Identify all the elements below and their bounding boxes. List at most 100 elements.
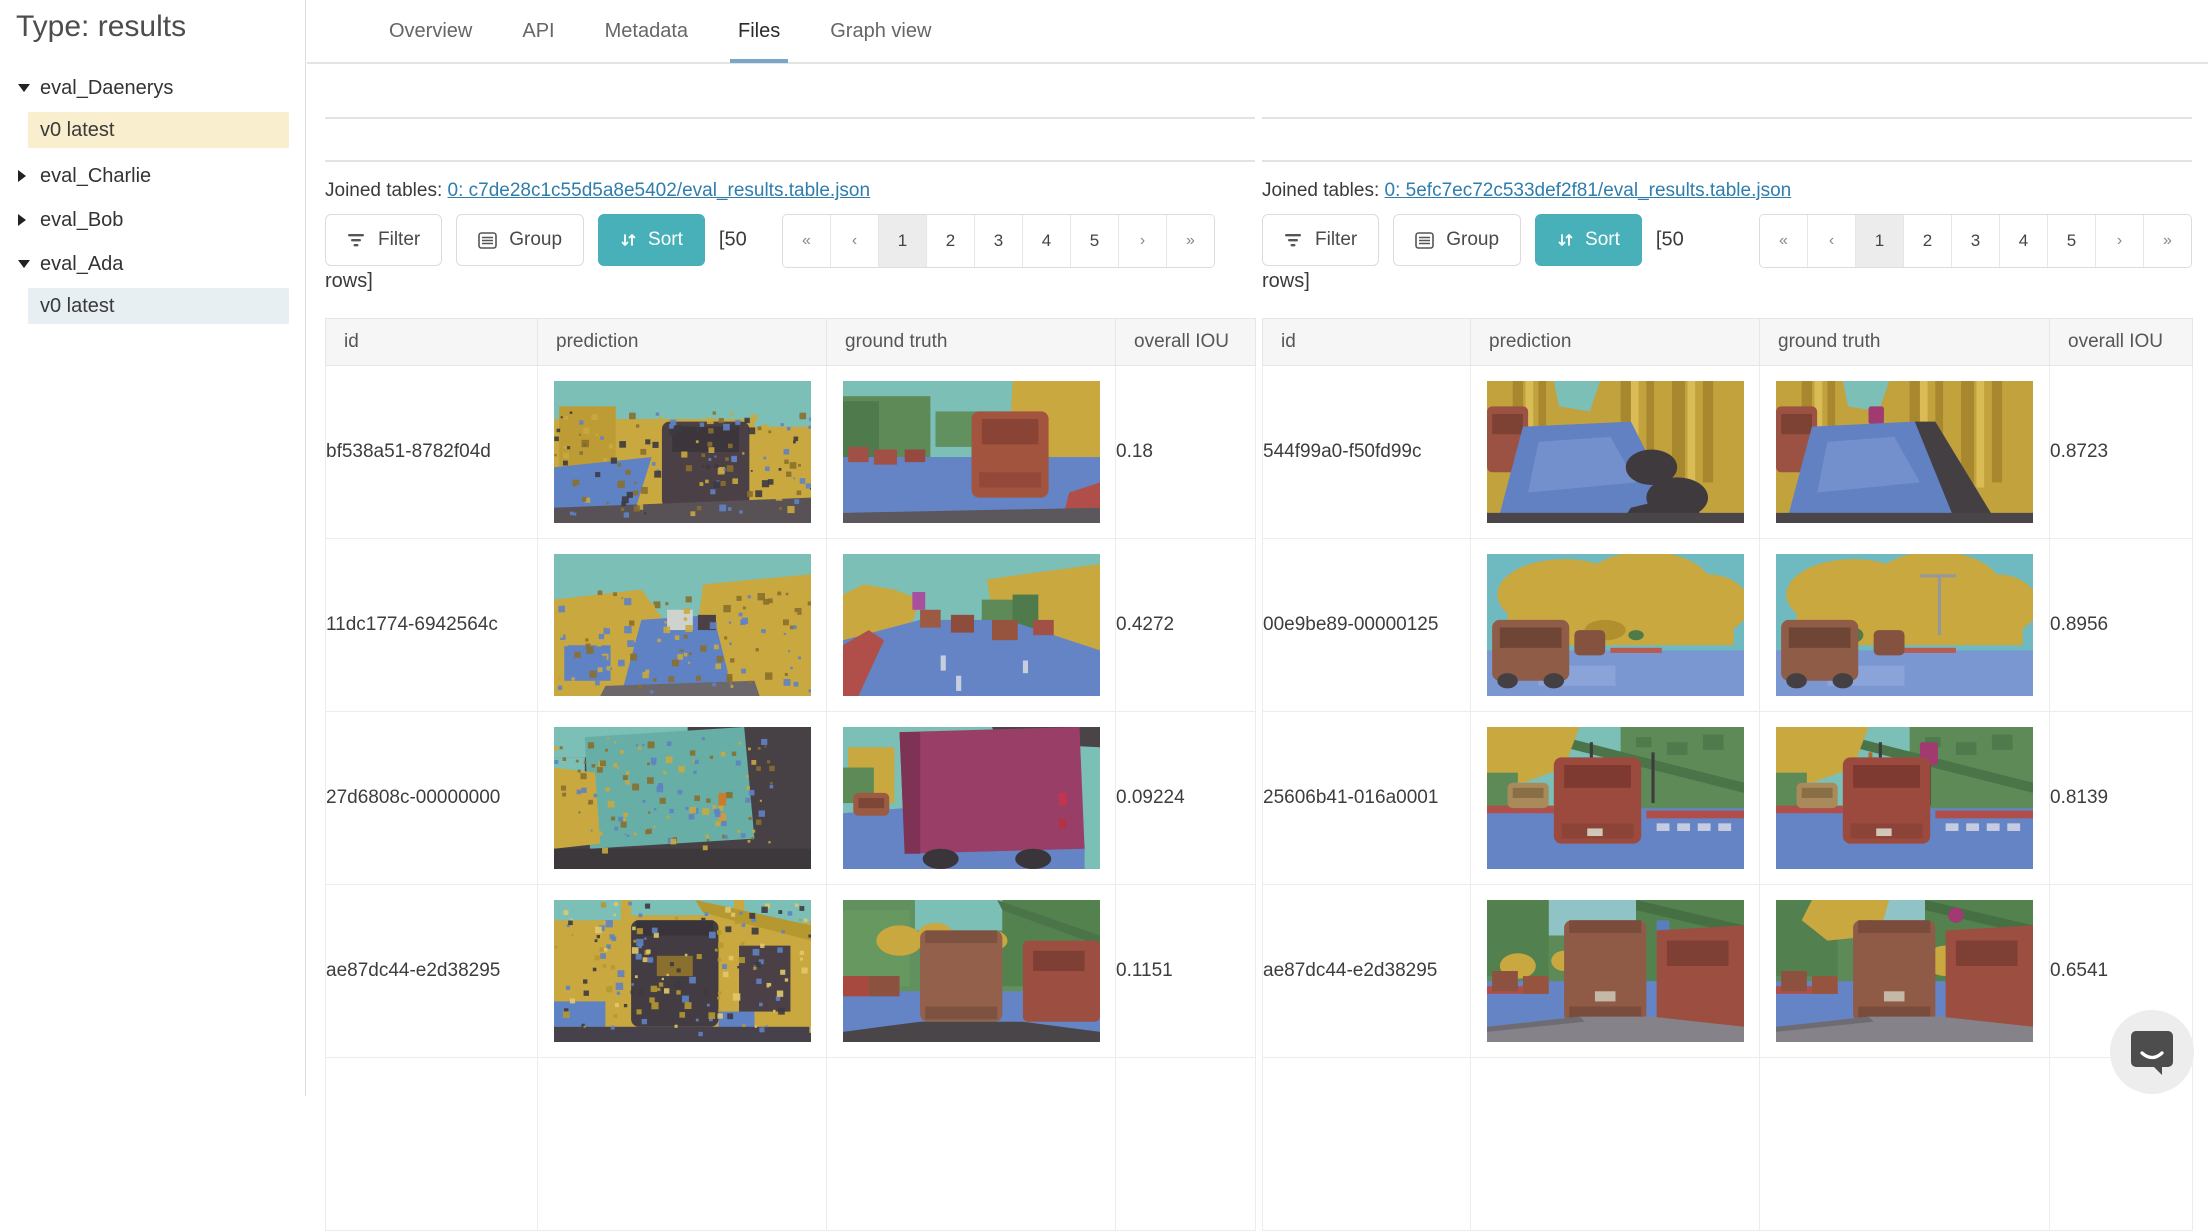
ground-truth-image-cell[interactable] [826,538,1116,712]
page-5-button[interactable]: 5 [2047,215,2095,267]
table-row: ae87dc44-e2d38295 0.6541 [1262,884,2193,1058]
joined-tables-label: Joined tables: [325,180,443,201]
prediction-image-cell[interactable] [1470,711,1760,885]
page-prev-button[interactable]: ‹ [1807,215,1855,267]
prediction-image-cell[interactable] [1470,365,1760,539]
sidebar-item-eval_bob[interactable]: eval_Bob [0,198,305,242]
results-panel-left: Joined tables: 0: c7de28c1c55d5a8e5402/e… [325,64,1256,1231]
ground-truth-image-cell[interactable] [1759,538,2050,712]
main-content: Overview API Metadata Files Graph view J… [307,0,2208,1231]
prediction-image-cell[interactable] [537,538,827,712]
table-controls: Filter Group Sort [50 rows] [1262,214,1714,296]
row-id: 544f99a0-f50fd99c [1262,365,1471,539]
pagination: «‹ 1 2 3 4 5 ›» [782,214,1215,268]
artifact-name: eval_Daenerys [40,76,174,99]
ground-truth-image-cell[interactable] [826,884,1116,1058]
page-next-button[interactable]: › [1118,215,1166,267]
overall-iou-value: 0.4272 [1115,538,1256,712]
table-row [325,1057,1256,1231]
ground-truth-image-cell[interactable] [826,1057,1116,1231]
row-id: 11dc1774-6942564c [325,538,538,712]
column-header-prediction[interactable]: prediction [1470,318,1760,366]
prediction-image [553,554,811,696]
ground-truth-image-cell[interactable] [826,365,1116,539]
chevron-expanded-icon[interactable] [18,84,30,92]
sidebar-item-eval_charlie[interactable]: eval_Charlie [0,154,305,198]
tab-api[interactable]: API [520,1,556,61]
group-button[interactable]: Group [1393,214,1522,266]
joined-tables-link[interactable]: 0: c7de28c1c55d5a8e5402/eval_results.tab… [448,180,871,201]
prediction-image-cell[interactable] [537,1057,827,1231]
sidebar-version-item[interactable]: v0 latest [28,288,289,324]
page-1-button[interactable]: 1 [878,215,926,267]
prediction-image [1486,727,1744,869]
sidebar-title: Type: results [16,10,187,43]
prediction-image-cell[interactable] [1470,1057,1760,1231]
column-header-id[interactable]: id [325,318,538,366]
chat-widget-button[interactable] [2110,1010,2194,1094]
prediction-image-cell[interactable] [537,365,827,539]
page-prev-button[interactable]: ‹ [830,215,878,267]
prediction-image-cell[interactable] [1470,538,1760,712]
column-header-overall-IOU[interactable]: overall IOU [2049,318,2193,366]
ground-truth-image [842,381,1100,523]
ground-truth-image [1776,727,2033,869]
ground-truth-image-cell[interactable] [1759,1057,2050,1231]
page-last-button[interactable]: » [1166,215,1214,267]
page-2-button[interactable]: 2 [926,215,974,267]
page-1-button[interactable]: 1 [1855,215,1903,267]
page-last-button[interactable]: » [2143,215,2191,267]
prediction-image-cell[interactable] [537,884,827,1058]
ground-truth-image-cell[interactable] [1759,711,2050,885]
column-header-id[interactable]: id [1262,318,1471,366]
tab-bar: Overview API Metadata Files Graph view [307,0,2208,64]
row-id: ae87dc44-e2d38295 [1262,884,1471,1058]
joined-tables-line: Joined tables: 0: c7de28c1c55d5a8e5402/e… [325,180,1255,202]
panel-divider [1262,64,2192,119]
table-row: bf538a51-8782f04d 0.18 [325,365,1256,539]
column-header-overall-IOU[interactable]: overall IOU [1115,318,1256,366]
column-header-ground-truth[interactable]: ground truth [1759,318,2050,366]
tab-graph-view[interactable]: Graph view [828,1,933,61]
panel-divider [325,119,1255,162]
ground-truth-image-cell[interactable] [826,711,1116,885]
page-first-button[interactable]: « [783,215,830,267]
page-4-button[interactable]: 4 [1999,215,2047,267]
prediction-image-cell[interactable] [1470,884,1760,1058]
page-2-button[interactable]: 2 [1903,215,1951,267]
sort-button[interactable]: Sort [1535,214,1642,266]
results-table: id prediction ground truth overall IOU 544f… [1262,318,2193,1231]
sidebar-item-eval_ada[interactable]: eval_Ada [0,242,305,286]
sidebar-item-eval_daenerys[interactable]: eval_Daenerys [0,66,305,110]
page-3-button[interactable]: 3 [1951,215,1999,267]
overall-iou-value: 0.1151 [1115,884,1256,1058]
prediction-image [1486,381,1744,523]
chevron-collapsed-icon[interactable] [18,214,26,226]
group-button[interactable]: Group [456,214,585,266]
column-header-ground-truth[interactable]: ground truth [826,318,1116,366]
page-5-button[interactable]: 5 [1070,215,1118,267]
chevron-expanded-icon[interactable] [18,260,30,268]
column-header-prediction[interactable]: prediction [537,318,827,366]
joined-tables-link[interactable]: 0: 5efc7ec72c533def2f81/eval_results.tab… [1385,180,1792,201]
sidebar-version-item[interactable]: v0 latest [28,112,289,148]
tab-overview[interactable]: Overview [387,1,474,61]
pagination: «‹ 1 2 3 4 5 ›» [1759,214,2192,268]
ground-truth-image [842,554,1100,696]
filter-button[interactable]: Filter [1262,214,1380,266]
page-4-button[interactable]: 4 [1022,215,1070,267]
tab-metadata[interactable]: Metadata [603,1,690,61]
tab-files[interactable]: Files [729,1,789,63]
ground-truth-image-cell[interactable] [1759,365,2050,539]
table-row: 544f99a0-f50fd99c 0.8723 [1262,365,2193,539]
prediction-image [553,900,811,1042]
ground-truth-image-cell[interactable] [1759,884,2050,1058]
prediction-image-cell[interactable] [537,711,827,885]
row-id [325,1057,538,1231]
page-first-button[interactable]: « [1760,215,1807,267]
chevron-collapsed-icon[interactable] [18,170,26,182]
page-3-button[interactable]: 3 [974,215,1022,267]
sort-button[interactable]: Sort [598,214,705,266]
page-next-button[interactable]: › [2095,215,2143,267]
filter-button[interactable]: Filter [325,214,443,266]
